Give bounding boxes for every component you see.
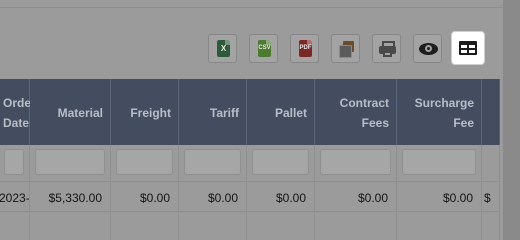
export-excel-button[interactable]: X [208, 34, 237, 63]
column-header[interactable]: Freight [111, 79, 179, 145]
table-cell: $0.00 [111, 182, 179, 212]
excel-icon-label: X [220, 44, 227, 53]
table-row-empty [397, 212, 482, 240]
filter-cell [397, 145, 482, 182]
table-cell: $ [482, 182, 500, 212]
table-icon [459, 41, 477, 55]
column-material: Material $5,330.00 [30, 79, 111, 240]
column-visibility-button[interactable] [413, 34, 442, 63]
table-cell: $0.00 [315, 182, 397, 212]
copy-button[interactable] [331, 34, 360, 63]
table-cell: $0.00 [247, 182, 315, 212]
column-pallet: Pallet $0.00 [247, 79, 315, 240]
column-header[interactable]: Material [30, 79, 111, 145]
table-cell: 2023-03-10 [0, 182, 30, 212]
table-cell: $0.00 [179, 182, 247, 212]
column-header[interactable]: Pallet [247, 79, 315, 145]
column-header[interactable]: Surcharge Fee [397, 79, 482, 145]
filter-cell [0, 145, 30, 182]
page-scrollbar[interactable] [503, 0, 520, 240]
filter-cell [315, 145, 397, 182]
column-filter-input[interactable] [252, 149, 309, 175]
column-contract-fees: Contract Fees $0.00 [315, 79, 397, 240]
column-extra: $ [482, 79, 500, 240]
table-row-empty [179, 212, 247, 240]
column-order-date: Order Date 2023-03-10 [0, 79, 36, 240]
filter-cell [247, 145, 315, 182]
column-header[interactable]: Contract Fees [315, 79, 397, 145]
table-view-button[interactable] [451, 31, 485, 65]
table-row-empty [0, 212, 30, 240]
table-row-empty [315, 212, 397, 240]
table-row-empty [30, 212, 111, 240]
column-filter-input[interactable] [402, 149, 476, 175]
panel-top-border [0, 0, 503, 8]
column-filter-input[interactable] [4, 149, 24, 175]
filter-cell [482, 145, 500, 182]
csv-icon-label: CSV [258, 45, 271, 51]
print-button[interactable] [372, 34, 401, 63]
column-filter-input[interactable] [184, 149, 241, 175]
pdf-icon: PDF [299, 40, 312, 57]
column-tariff: Tariff $0.00 [179, 79, 247, 240]
table-row-empty [482, 212, 500, 240]
export-csv-button[interactable]: CSV [249, 34, 278, 63]
table-row-empty [111, 212, 179, 240]
column-filter-input[interactable] [320, 149, 391, 175]
export-pdf-button[interactable]: PDF [290, 34, 319, 63]
column-header[interactable] [482, 79, 500, 145]
column-header[interactable]: Tariff [179, 79, 247, 145]
column-surcharge-fee: Surcharge Fee $0.00 [397, 79, 482, 240]
table-row-empty [247, 212, 315, 240]
table-cell: $5,330.00 [30, 182, 111, 212]
column-freight: Freight $0.00 [111, 79, 179, 240]
data-table: Order Date2023-03-10Material$5,330.00Fre… [0, 79, 500, 240]
column-filter-input[interactable] [35, 149, 105, 175]
column-filter-input[interactable] [116, 149, 173, 175]
excel-icon: X [217, 40, 230, 57]
filter-cell [30, 145, 111, 182]
pdf-icon-label: PDF [299, 45, 312, 51]
grid-panel: X CSV PDF Order Date 2023-03-10 Material $5… [0, 0, 503, 240]
table-cell: $0.00 [397, 182, 482, 212]
column-header[interactable]: Order Date [0, 79, 36, 145]
filter-cell [111, 145, 179, 182]
filter-cell [179, 145, 247, 182]
csv-icon: CSV [258, 40, 271, 57]
